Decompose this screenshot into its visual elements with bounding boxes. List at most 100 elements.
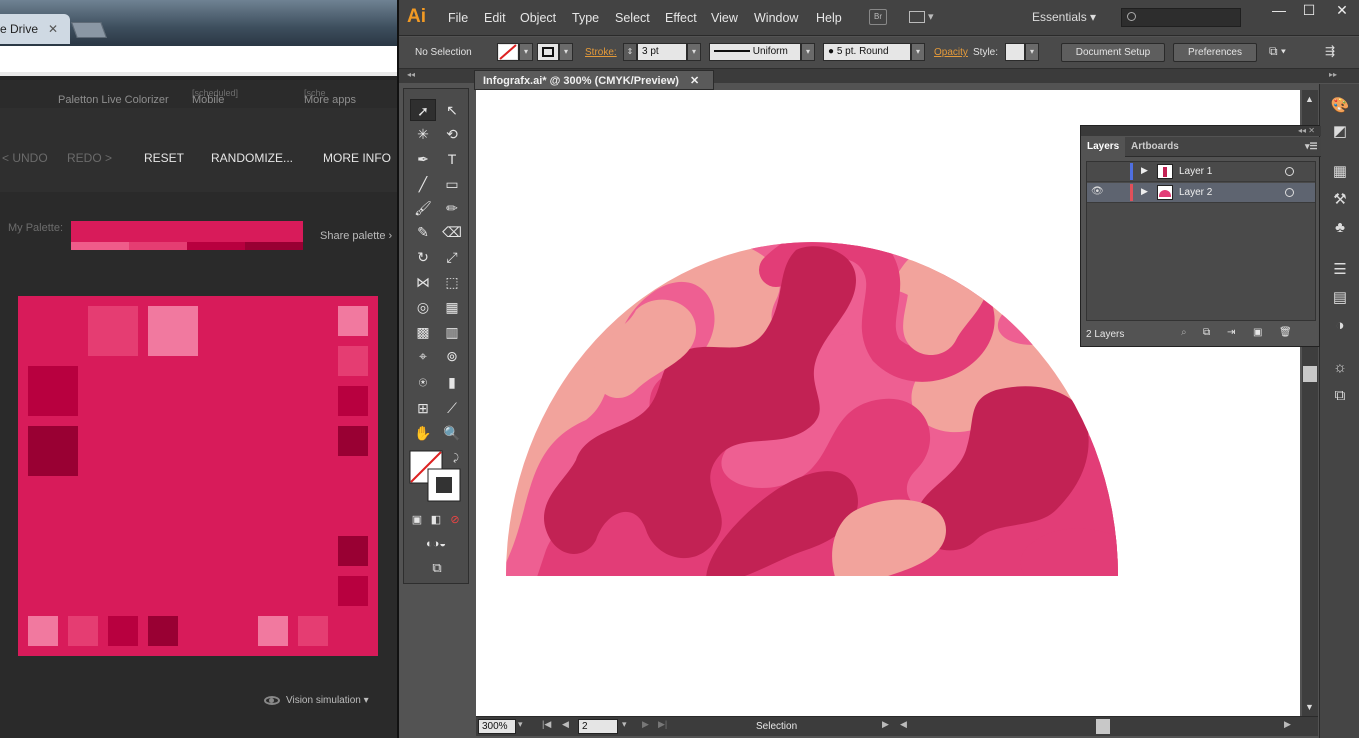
free-transform-tool[interactable]: ⬚ xyxy=(439,271,465,293)
new-layer-icon[interactable]: ▣ xyxy=(1253,327,1262,338)
layer-row-1[interactable]: ▶ Layer 1 xyxy=(1087,162,1315,182)
opacity-label[interactable]: Opacity xyxy=(934,47,968,58)
artboard-dropdown-icon[interactable]: ▾ xyxy=(622,719,627,730)
visibility-eye-icon[interactable]: 👁 xyxy=(1091,186,1104,197)
close-button[interactable]: ✕ xyxy=(1327,2,1357,22)
profile-dropdown[interactable]: ▾ xyxy=(801,43,815,61)
target-circle-icon[interactable] xyxy=(1285,188,1294,197)
brush-definition[interactable]: ● 5 pt. Round xyxy=(823,43,911,61)
horizontal-scroll-thumb[interactable] xyxy=(1096,719,1110,734)
width-tool[interactable]: ⋈ xyxy=(410,271,436,293)
column-graph-tool[interactable]: ▮ xyxy=(439,371,465,393)
last-artboard-icon[interactable]: ▶| xyxy=(658,719,667,730)
scroll-right-icon[interactable]: ▶ xyxy=(1284,719,1291,730)
scroll-down-icon[interactable]: ▼ xyxy=(1305,702,1314,712)
brush-dropdown[interactable]: ▾ xyxy=(911,43,925,61)
vertical-scroll-thumb[interactable] xyxy=(1303,366,1317,382)
collapse-left-icon[interactable]: ◂◂ xyxy=(407,70,415,79)
menu-effect[interactable]: Effect xyxy=(665,11,697,25)
layer-row-2[interactable]: 👁 ▶ Layer 2 xyxy=(1087,183,1315,203)
perspective-grid-tool[interactable]: ▦ xyxy=(439,296,465,318)
magic-wand-tool[interactable]: ✳ xyxy=(410,123,436,145)
scroll-up-icon[interactable]: ▲ xyxy=(1305,94,1314,104)
zoom-dropdown-icon[interactable]: ▾ xyxy=(518,719,523,730)
help-search-input[interactable] xyxy=(1121,8,1241,27)
blend-tool[interactable]: ⊚ xyxy=(439,345,465,367)
stroke-weight-dropdown[interactable]: ▾ xyxy=(687,43,701,61)
randomize-button[interactable]: RANDOMIZE... xyxy=(211,151,293,165)
reset-button[interactable]: RESET xyxy=(144,151,184,165)
zoom-tool[interactable]: 🔍 xyxy=(439,422,465,444)
workspace-switcher[interactable]: Essentials ▾ xyxy=(1032,10,1096,24)
menu-view[interactable]: View xyxy=(711,11,738,25)
rectangle-tool[interactable]: ▭ xyxy=(439,173,465,195)
variable-width-profile[interactable]: Uniform xyxy=(709,43,801,61)
direct-selection-tool[interactable]: ↖ xyxy=(439,99,465,121)
scroll-left-icon[interactable]: ◀ xyxy=(900,719,907,730)
pencil-tool[interactable]: ✏ xyxy=(439,197,465,219)
expand-arrow-icon[interactable]: ▶ xyxy=(1141,165,1148,176)
paintbrush-tool[interactable]: 🖌 xyxy=(410,197,436,219)
menu-type[interactable]: Type xyxy=(572,11,599,25)
stroke-stepper[interactable]: ⇕ xyxy=(623,43,637,61)
rotate-tool[interactable]: ↻ xyxy=(410,246,436,268)
panel-menu-icon[interactable]: ⇶ xyxy=(1325,44,1335,58)
layer-name[interactable]: Layer 2 xyxy=(1179,187,1212,198)
tab-artboards[interactable]: Artboards xyxy=(1125,137,1185,157)
tab-layers[interactable]: Layers xyxy=(1081,137,1126,157)
stroke-dropdown[interactable]: ▾ xyxy=(559,43,573,61)
symbol-sprayer-tool[interactable]: ⍟ xyxy=(410,371,436,393)
align-icon[interactable]: ⧉ ▾ xyxy=(1269,44,1286,59)
shape-builder-tool[interactable]: ◎ xyxy=(410,296,436,318)
top-link-more-apps[interactable]: More apps [sche xyxy=(304,87,356,106)
style-dropdown[interactable]: ▾ xyxy=(1025,43,1039,61)
new-sublayer-icon[interactable]: ⇥ xyxy=(1227,327,1235,338)
target-circle-icon[interactable] xyxy=(1285,167,1294,176)
pen-tool[interactable]: ✒ xyxy=(410,148,436,170)
stroke-weight-field[interactable]: 3 pt xyxy=(637,43,687,61)
artboard-tool[interactable]: ⊞ xyxy=(410,397,436,419)
top-link-mobile[interactable]: Mobile [scheduled] xyxy=(192,87,238,106)
style-swatch[interactable] xyxy=(1005,43,1025,61)
browser-tab[interactable]: e Drive ✕ xyxy=(0,14,70,44)
color-preview-square[interactable] xyxy=(18,296,378,656)
menu-select[interactable]: Select xyxy=(615,11,650,25)
minimize-button[interactable]: — xyxy=(1264,2,1294,22)
transparency-icon[interactable]: ◑ xyxy=(1329,316,1351,336)
fill-stroke-widget[interactable]: ⤸ xyxy=(408,449,464,505)
brushes-icon[interactable]: ⚒ xyxy=(1329,190,1351,210)
fill-swatch[interactable] xyxy=(497,43,519,61)
hand-tool[interactable]: ✋ xyxy=(410,422,436,444)
expand-arrow-icon[interactable]: ▶ xyxy=(1141,186,1148,197)
scale-tool[interactable]: ⤢ xyxy=(439,246,465,268)
make-clipping-mask-icon[interactable]: ⧉ xyxy=(1203,327,1210,338)
color-guide-icon[interactable]: 🎨 xyxy=(1329,96,1351,116)
delete-layer-icon[interactable]: 🗑 xyxy=(1279,327,1292,338)
gradient-mode-icon[interactable]: ◧ xyxy=(427,509,445,531)
color-mode-icon[interactable]: ▣ xyxy=(408,509,426,531)
menu-object[interactable]: Object xyxy=(520,11,556,25)
symbols-icon[interactable]: ♣ xyxy=(1329,218,1351,238)
draw-modes-icon[interactable]: ◐◑◒ xyxy=(406,533,466,555)
document-setup-button[interactable]: Document Setup xyxy=(1061,43,1165,62)
none-mode-icon[interactable]: ⊘ xyxy=(446,509,464,531)
slice-tool[interactable]: ⟋ xyxy=(439,397,465,419)
maximize-button[interactable]: ☐ xyxy=(1294,2,1324,22)
address-bar[interactable] xyxy=(0,46,397,76)
status-menu-icon[interactable]: ▶ xyxy=(882,719,889,730)
swatches-icon[interactable]: ▦ xyxy=(1329,162,1351,182)
blob-brush-tool[interactable]: ✎ xyxy=(410,221,436,243)
eraser-tool[interactable]: ⌫ xyxy=(439,221,465,243)
next-artboard-icon[interactable]: ▶ xyxy=(642,719,649,730)
selection-tool[interactable]: ➚ xyxy=(410,99,436,121)
menu-file[interactable]: File xyxy=(448,11,468,25)
line-tool[interactable]: ╱ xyxy=(410,173,436,195)
type-tool[interactable]: T xyxy=(439,148,465,170)
menu-help[interactable]: Help xyxy=(816,11,842,25)
stroke-swatch[interactable] xyxy=(537,43,559,61)
vision-simulation-toggle[interactable]: Vision simulation ▾ xyxy=(264,695,369,706)
graphic-styles-icon[interactable]: ⧉ xyxy=(1329,386,1351,406)
arrange-documents-button[interactable]: ▾ xyxy=(909,10,937,24)
menu-edit[interactable]: Edit xyxy=(484,11,506,25)
document-tab[interactable]: Infografx.ai* @ 300% (CMYK/Preview) ✕ xyxy=(474,70,714,90)
